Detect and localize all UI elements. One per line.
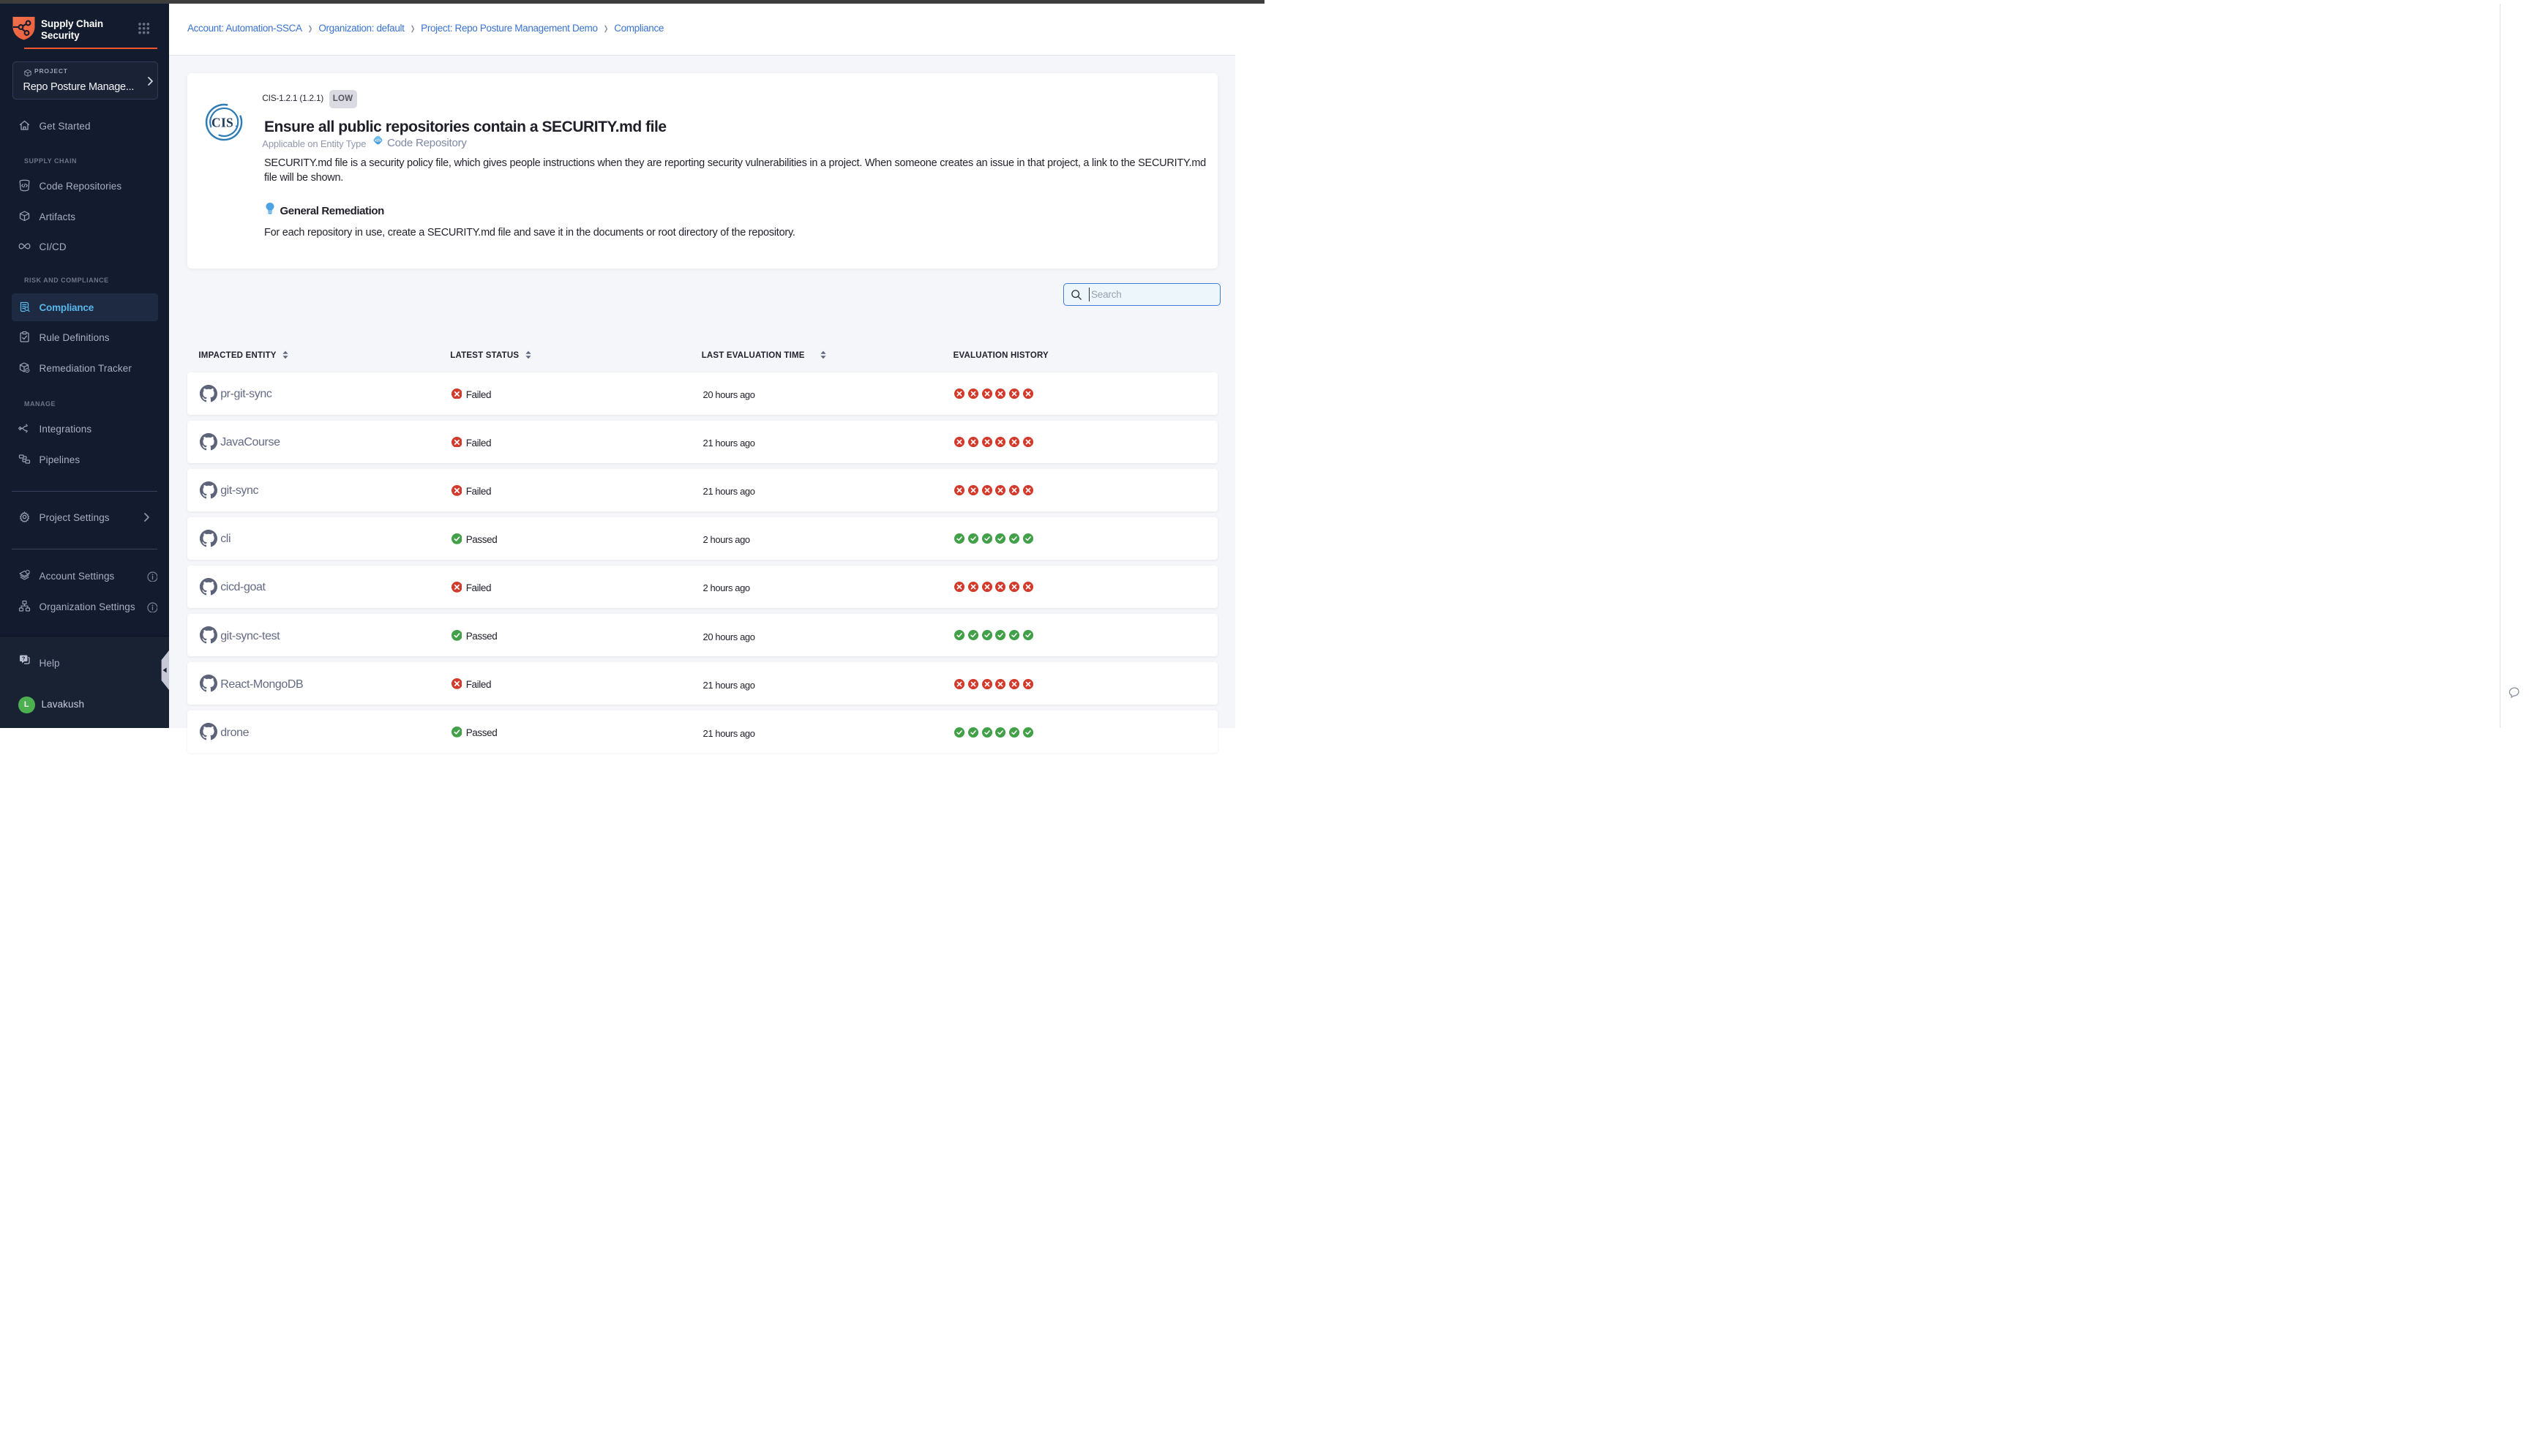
svg-text:CIS: CIS	[211, 115, 233, 130]
svg-text:?: ?	[22, 655, 26, 661]
svg-text:</>: </>	[375, 139, 381, 143]
